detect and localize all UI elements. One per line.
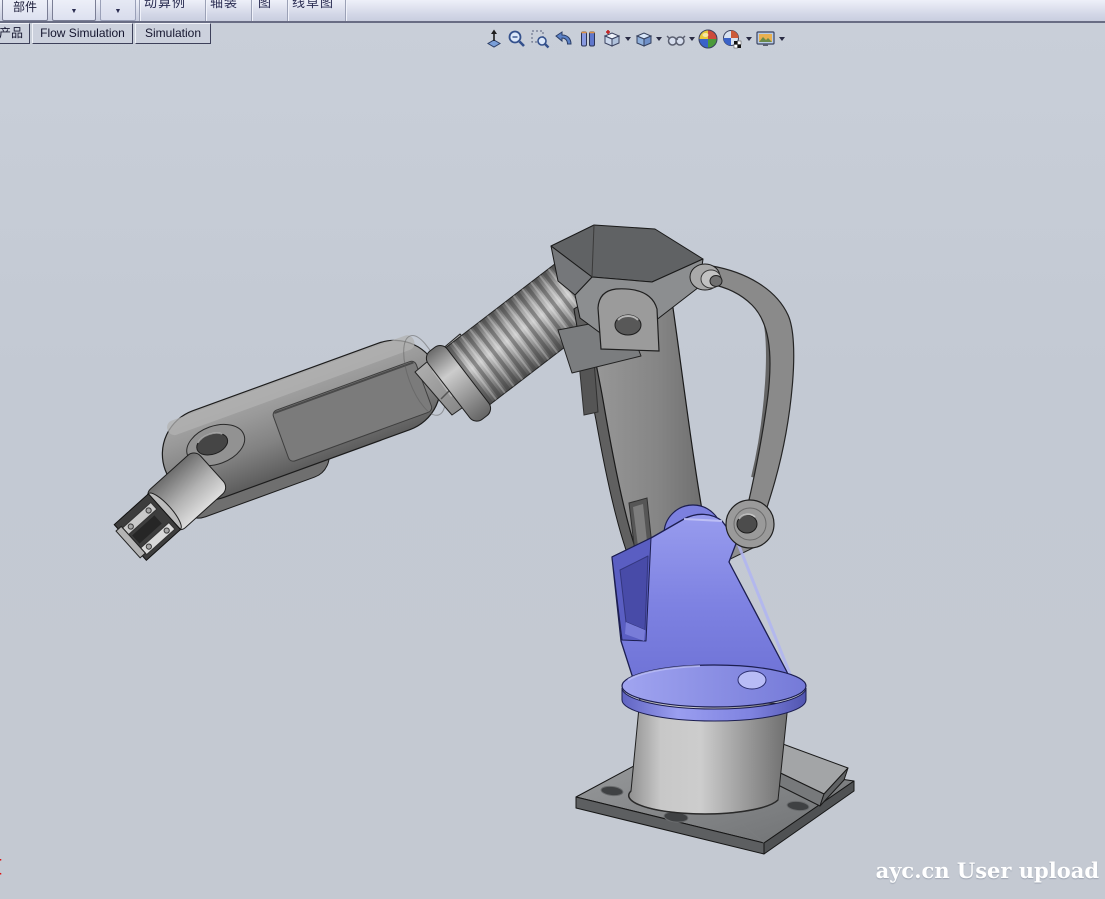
toolbar-separator (287, 0, 288, 21)
flange-disc[interactable] (622, 665, 806, 721)
robot-arm-assembly[interactable] (0, 23, 1105, 899)
edit-appearance-icon[interactable] (698, 29, 719, 49)
chevron-down-icon (689, 37, 695, 41)
display-style-icon[interactable] (634, 29, 662, 49)
toolbar-button-fragment-4[interactable]: 线草图 (292, 0, 334, 12)
view-settings-icon[interactable] (755, 29, 785, 49)
zoom-to-area-icon[interactable] (530, 29, 550, 49)
headsup-view-toolbar (484, 27, 788, 51)
chevron-down-icon: ▼ (53, 5, 95, 18)
hide-show-items-icon[interactable] (665, 29, 695, 49)
view-orientation-icon[interactable] (601, 29, 631, 49)
chevron-down-icon (625, 37, 631, 41)
chevron-down-icon (656, 37, 662, 41)
zoom-to-fit-icon[interactable] (484, 29, 504, 49)
watermark-text: ayc.cn User upload (876, 858, 1099, 883)
graphics-viewport[interactable]: { ayc.cn User upload (0, 23, 1105, 899)
toolbar-separator (251, 0, 252, 21)
linkage-eye[interactable] (726, 500, 774, 548)
tab-flow-simulation[interactable]: Flow Simulation (32, 23, 133, 44)
chevron-down-icon: ▼ (101, 5, 135, 18)
insert-component-label-line2: 部件 (13, 0, 37, 14)
tab-product[interactable]: 产品 (0, 23, 30, 44)
toolbar-button-fragment-2[interactable]: 轴装 (210, 0, 238, 12)
elbow-clevis[interactable] (598, 289, 659, 351)
insert-component-button[interactable]: 插入零 部件 (2, 0, 48, 21)
zoom-in-out-icon[interactable] (507, 29, 527, 49)
toolbar-button-fragment-3[interactable]: 图 (258, 0, 272, 12)
flange-dome (738, 671, 766, 689)
red-annotation-fragment: { (0, 856, 2, 876)
section-view-icon[interactable] (578, 29, 598, 49)
previous-view-icon[interactable] (553, 29, 575, 49)
toolbar-dropdown-button-1[interactable]: ▼ (52, 0, 96, 21)
chevron-down-icon (779, 37, 785, 41)
toolbar-button-motion-study[interactable]: 动算例 (144, 0, 186, 12)
toolbar-separator (205, 0, 206, 21)
chevron-down-icon (746, 37, 752, 41)
apply-scene-icon[interactable] (722, 29, 752, 49)
linkage-bar[interactable] (704, 266, 794, 540)
tab-simulation[interactable]: Simulation (135, 23, 211, 44)
toolbar-dropdown-button-2[interactable]: ▼ (100, 0, 136, 21)
toolbar-separator (139, 0, 140, 21)
top-toolbar: 插入零 部件 ▼ ▼ 动算例 轴装 图 线草图 (0, 0, 1105, 23)
toolbar-separator (345, 0, 346, 21)
